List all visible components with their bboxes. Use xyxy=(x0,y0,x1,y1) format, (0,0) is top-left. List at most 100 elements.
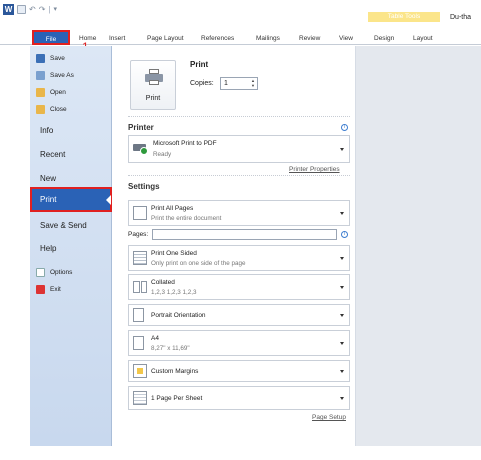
chevron-down-icon xyxy=(340,397,344,400)
nav-options[interactable]: Options xyxy=(36,266,72,278)
tab-file[interactable]: File xyxy=(32,30,70,45)
printer-status: Ready xyxy=(153,151,172,158)
chevron-down-icon xyxy=(340,342,344,345)
customize-qat-icon[interactable]: ▾ xyxy=(53,5,57,13)
table-tools-context-label: Table Tools xyxy=(368,12,440,22)
orientation-main: Portrait Orientation xyxy=(151,312,206,319)
tab-mailings[interactable]: Mailings xyxy=(256,32,280,45)
save-icon xyxy=(36,53,45,63)
quick-access-toolbar: W ↶ ↷ | ▾ xyxy=(3,3,57,15)
undo-icon[interactable]: ↶ xyxy=(29,5,36,14)
pages-per-sheet-icon xyxy=(133,391,147,405)
document-title: Du-tha xyxy=(450,14,472,21)
printer-info-icon[interactable]: i xyxy=(341,124,348,131)
pages-per-sheet-dropdown[interactable]: 1 Page Per Sheet xyxy=(128,386,350,410)
settings-header: Settings xyxy=(128,182,160,191)
chevron-down-icon xyxy=(340,148,344,151)
page-setup-link[interactable]: Page Setup xyxy=(312,414,346,421)
title-bar: W ↶ ↷ | ▾ Table Tools Du-tha xyxy=(0,0,481,30)
divider xyxy=(128,175,350,176)
nav-close[interactable]: Close xyxy=(36,103,67,115)
nav-open[interactable]: Open xyxy=(36,86,66,98)
margins-main: Custom Margins xyxy=(151,368,199,375)
redo-icon[interactable]: ↷ xyxy=(39,5,46,14)
close-folder-icon xyxy=(36,104,45,114)
exit-icon xyxy=(36,284,45,294)
print-range-dropdown[interactable]: Print All Pages Print the entire documen… xyxy=(128,200,350,226)
portrait-page-icon xyxy=(133,308,144,322)
tab-references[interactable]: References xyxy=(201,32,234,45)
collation-main: Collated xyxy=(151,279,175,286)
paper-size-sub: 8,27" x 11,69" xyxy=(151,345,190,352)
pages-per-sheet-main: 1 Page Per Sheet xyxy=(151,395,203,402)
collation-dropdown[interactable]: Collated 1,2,3 1,2,3 1,2,3 xyxy=(128,274,350,300)
printer-name: Microsoft Print to PDF xyxy=(153,140,217,147)
tab-review[interactable]: Review xyxy=(299,32,320,45)
collated-icon xyxy=(133,281,147,295)
collation-sub: 1,2,3 1,2,3 1,2,3 xyxy=(151,289,197,296)
nav-print[interactable]: Print xyxy=(30,187,112,212)
print-button-label: Print xyxy=(145,95,161,102)
printer-ready-icon xyxy=(133,142,149,155)
qat-separator: | xyxy=(48,4,51,14)
print-section-title: Print xyxy=(190,60,209,69)
margins-dropdown[interactable]: Custom Margins xyxy=(128,360,350,382)
nav-exit[interactable]: Exit xyxy=(36,283,61,295)
printer-icon xyxy=(145,69,163,85)
nav-open-label: Open xyxy=(50,88,66,96)
tab-insert[interactable]: Insert xyxy=(109,32,125,45)
chevron-down-icon xyxy=(340,370,344,373)
copies-input[interactable]: 1 ▲ ▼ xyxy=(220,77,258,90)
nav-help[interactable]: Help xyxy=(40,244,56,253)
print-preview-area xyxy=(356,46,481,446)
nav-save[interactable]: Save xyxy=(36,52,65,64)
nav-exit-label: Exit xyxy=(50,285,61,293)
nav-save-send[interactable]: Save & Send xyxy=(40,221,87,230)
pages-input[interactable] xyxy=(152,229,337,240)
nav-info[interactable]: Info xyxy=(40,126,53,135)
sides-dropdown[interactable]: Print One Sided Only print on one side o… xyxy=(128,245,350,271)
printer-properties-link[interactable]: Printer Properties xyxy=(289,166,340,173)
orientation-dropdown[interactable]: Portrait Orientation xyxy=(128,304,350,326)
nav-new[interactable]: New xyxy=(40,174,56,183)
tab-design[interactable]: Design xyxy=(374,32,394,45)
options-icon xyxy=(36,267,45,277)
print-range-sub: Print the entire document xyxy=(151,215,222,222)
margins-icon xyxy=(133,364,147,378)
backstage-nav: Save Save As Open Close Info Recent New … xyxy=(30,46,112,446)
print-panel: Print Print Copies: 1 ▲ ▼ Printer i Micro… xyxy=(112,46,356,446)
nav-recent[interactable]: Recent xyxy=(40,150,65,159)
print-button[interactable]: Print xyxy=(130,60,176,110)
nav-options-label: Options xyxy=(50,268,73,276)
word-app-icon[interactable]: W xyxy=(3,3,14,15)
tab-layout[interactable]: Layout xyxy=(413,32,433,45)
paper-size-icon xyxy=(133,336,144,350)
sides-sub: Only print on one side of the page xyxy=(151,260,246,267)
nav-save-label: Save xyxy=(50,54,65,62)
sides-main: Print One Sided xyxy=(151,250,197,257)
nav-save-as[interactable]: Save As xyxy=(36,69,74,81)
chevron-down-icon xyxy=(340,212,344,215)
pages-info-icon[interactable]: i xyxy=(341,231,348,238)
ribbon-tabs: File Home Insert Page Layout References … xyxy=(0,30,481,45)
nav-save-as-label: Save As xyxy=(50,71,74,79)
divider xyxy=(128,116,350,117)
printer-header: Printer xyxy=(128,123,154,132)
nav-close-label: Close xyxy=(50,105,67,113)
chevron-down-icon xyxy=(340,314,344,317)
printer-dropdown[interactable]: Microsoft Print to PDF Ready xyxy=(128,135,350,163)
copies-label: Copies: xyxy=(190,80,214,87)
save-as-icon xyxy=(36,70,45,80)
one-sided-icon xyxy=(133,251,147,265)
copies-value: 1 xyxy=(224,80,228,87)
pages-label: Pages: xyxy=(128,231,149,238)
paper-size-main: A4 xyxy=(151,335,159,342)
save-quick-icon[interactable] xyxy=(17,4,26,14)
paper-size-dropdown[interactable]: A4 8,27" x 11,69" xyxy=(128,330,350,356)
chevron-down-icon xyxy=(340,286,344,289)
copies-spinner[interactable]: ▲ ▼ xyxy=(250,78,256,88)
document-icon xyxy=(133,206,147,220)
open-folder-icon xyxy=(36,87,45,97)
tab-page-layout[interactable]: Page Layout xyxy=(147,32,184,45)
tab-view[interactable]: View xyxy=(339,32,353,45)
